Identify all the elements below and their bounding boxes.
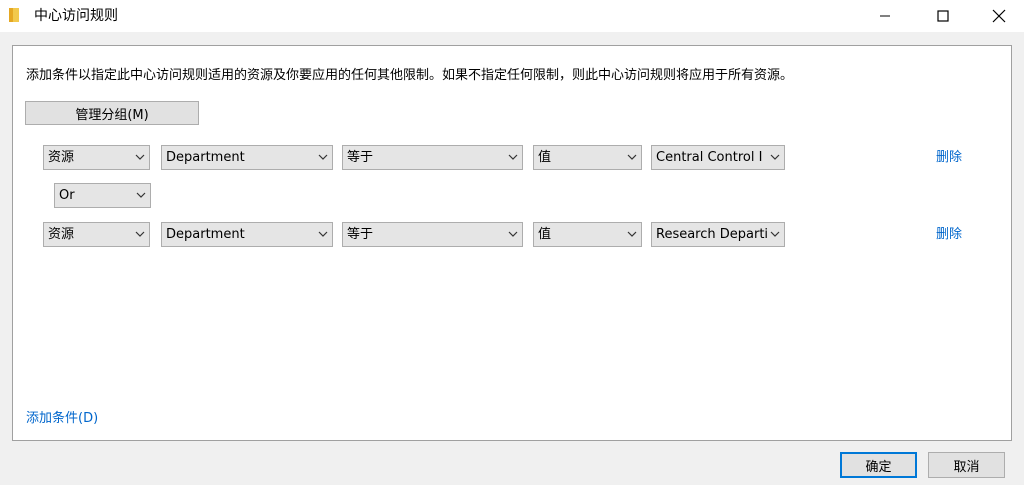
condition-1-delete-link[interactable]: 删除: [936, 149, 962, 167]
condition-1-operator-value: 等于: [347, 150, 374, 165]
condition-2-value-value: Research Departi: [656, 227, 769, 242]
condition-2-operator-select[interactable]: 等于: [342, 222, 523, 247]
minimize-icon: [880, 15, 890, 17]
cancel-button[interactable]: 取消: [928, 452, 1005, 478]
instruction-text: 添加条件以指定此中心访问规则适用的资源及你要应用的任何其他限制。如果不指定任何限…: [26, 68, 794, 83]
minimize-button[interactable]: [862, 0, 908, 32]
window-title: 中心访问规则: [34, 8, 118, 24]
condition-1-value-select[interactable]: Central Control I: [651, 145, 785, 170]
chevron-down-icon: [770, 231, 780, 237]
chevron-down-icon: [318, 154, 328, 160]
condition-2-target-select[interactable]: 资源: [43, 222, 150, 247]
conditions-panel: 添加条件以指定此中心访问规则适用的资源及你要应用的任何其他限制。如果不指定任何限…: [12, 45, 1012, 441]
chevron-down-icon: [136, 192, 146, 198]
condition-2-value-type-value: 值: [538, 227, 552, 242]
condition-2-delete-link[interactable]: 删除: [936, 226, 962, 244]
condition-1-target-select[interactable]: 资源: [43, 145, 150, 170]
maximize-button[interactable]: [920, 0, 966, 32]
condition-1-value-value: Central Control I: [656, 150, 763, 165]
close-button[interactable]: [976, 0, 1022, 32]
central-access-rule-window: 中心访问规则 添加条件以指定此中心访问规则适用的资源及你要应用的任何其他限制。如…: [0, 0, 1024, 485]
chevron-down-icon: [135, 154, 145, 160]
condition-2-operator-value: 等于: [347, 227, 374, 242]
condition-1-attribute-value: Department: [166, 150, 245, 165]
maximize-icon: [937, 10, 949, 22]
chevron-down-icon: [770, 154, 780, 160]
chevron-down-icon: [627, 231, 637, 237]
chevron-down-icon: [627, 154, 637, 160]
condition-2-value-type-select[interactable]: 值: [533, 222, 642, 247]
condition-1-operator-select[interactable]: 等于: [342, 145, 523, 170]
title-bar: 中心访问规则: [0, 0, 1024, 32]
chevron-down-icon: [135, 231, 145, 237]
close-icon: [992, 9, 1006, 23]
condition-2-attribute-value: Department: [166, 227, 245, 242]
condition-1-value-type-select[interactable]: 值: [533, 145, 642, 170]
condition-1-attribute-select[interactable]: Department: [161, 145, 333, 170]
chevron-down-icon: [508, 231, 518, 237]
folder-icon: [9, 8, 19, 22]
condition-2-value-select[interactable]: Research Departi: [651, 222, 785, 247]
chevron-down-icon: [508, 154, 518, 160]
condition-2-target-value: 资源: [48, 227, 75, 242]
condition-1-target-value: 资源: [48, 150, 75, 165]
ok-button[interactable]: 确定: [840, 452, 917, 478]
chevron-down-icon: [318, 231, 328, 237]
manage-group-button[interactable]: 管理分组(M): [25, 101, 199, 125]
condition-2-attribute-select[interactable]: Department: [161, 222, 333, 247]
connector-select[interactable]: Or: [54, 183, 151, 208]
add-condition-link[interactable]: 添加条件(D): [26, 410, 98, 428]
condition-1-value-type-value: 值: [538, 150, 552, 165]
